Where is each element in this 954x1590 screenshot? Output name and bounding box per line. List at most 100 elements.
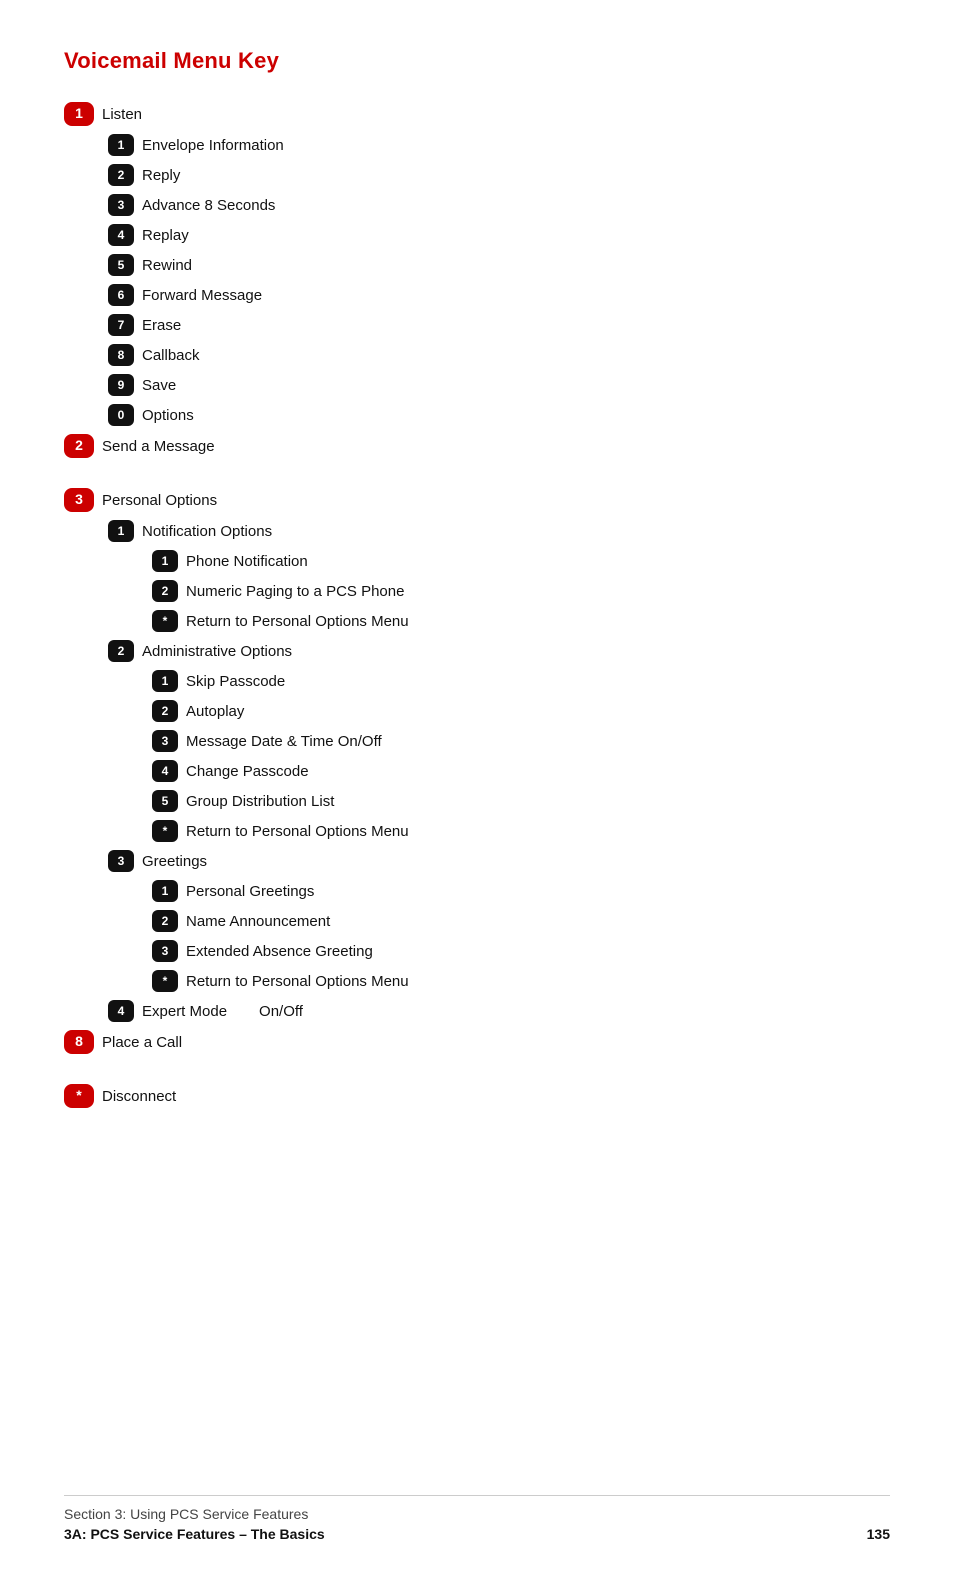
menu-item-label: Skip Passcode [186, 671, 285, 692]
list-item: 1 Phone Notification [64, 550, 890, 572]
key-badge: 3 [152, 940, 178, 962]
list-item: 3 Personal Options [64, 488, 890, 512]
key-badge: 8 [108, 344, 134, 366]
key-badge: 1 [152, 550, 178, 572]
key-badge: 3 [108, 850, 134, 872]
key-badge: 2 [152, 910, 178, 932]
list-item: 2 Autoplay [64, 700, 890, 722]
menu-item-label: Autoplay [186, 701, 244, 722]
menu-item-label: Disconnect [102, 1086, 176, 1107]
list-item: 4 Expert Mode On/Off [64, 1000, 890, 1022]
menu-item-label: Name Announcement [186, 911, 330, 932]
key-badge: 6 [108, 284, 134, 306]
key-badge: 2 [152, 700, 178, 722]
voicemail-menu-list: 1 Listen 1 Envelope Information 2 Reply 3 Advan… [64, 102, 890, 1108]
list-item: 8 Place a Call [64, 1030, 890, 1054]
menu-item-label: Return to Personal Options Menu [186, 971, 409, 992]
key-badge: * [64, 1084, 94, 1108]
menu-item-label: Expert Mode [142, 1001, 227, 1022]
list-item: 1 Listen [64, 102, 890, 126]
list-item: 3 Message Date & Time On/Off [64, 730, 890, 752]
list-item: 4 Replay [64, 224, 890, 246]
list-item: 3 Advance 8 Seconds [64, 194, 890, 216]
key-badge: * [152, 820, 178, 842]
menu-item-label: Change Passcode [186, 761, 309, 782]
list-item: 9 Save [64, 374, 890, 396]
key-badge: * [152, 610, 178, 632]
spacer [64, 466, 890, 480]
list-item: 1 Personal Greetings [64, 880, 890, 902]
list-item: 7 Erase [64, 314, 890, 336]
menu-item-label: Save [142, 375, 176, 396]
menu-item-label: Send a Message [102, 436, 215, 457]
key-badge: 1 [64, 102, 94, 126]
key-badge: 4 [108, 1000, 134, 1022]
menu-item-label: Administrative Options [142, 641, 292, 662]
key-badge: 7 [108, 314, 134, 336]
key-badge: * [152, 970, 178, 992]
list-item: 2 Numeric Paging to a PCS Phone [64, 580, 890, 602]
key-badge: 1 [152, 670, 178, 692]
key-badge: 5 [152, 790, 178, 812]
list-item: 8 Callback [64, 344, 890, 366]
list-item: * Disconnect [64, 1084, 890, 1108]
key-badge: 4 [152, 760, 178, 782]
list-item: 0 Options [64, 404, 890, 426]
list-item: 2 Send a Message [64, 434, 890, 458]
menu-item-label: Forward Message [142, 285, 262, 306]
list-item: * Return to Personal Options Menu [64, 820, 890, 842]
menu-item-label: Listen [102, 104, 142, 125]
key-badge: 2 [108, 164, 134, 186]
footer-chapter: 3A: PCS Service Features – The Basics [64, 1526, 325, 1542]
key-badge: 1 [108, 520, 134, 542]
key-badge: 3 [108, 194, 134, 216]
menu-item-label: Advance 8 Seconds [142, 195, 275, 216]
footer-section-label: Section 3: Using PCS Service Features [64, 1506, 890, 1522]
list-item: 5Rewind [64, 254, 890, 276]
page-footer: Section 3: Using PCS Service Features 3A… [64, 1495, 890, 1542]
list-item: 2 Reply [64, 164, 890, 186]
list-item: 3 Extended Absence Greeting [64, 940, 890, 962]
menu-item-label: Reply [142, 165, 180, 186]
list-item: * Return to Personal Options Menu [64, 610, 890, 632]
menu-item-label: Erase [142, 315, 181, 336]
list-item: 4 Change Passcode [64, 760, 890, 782]
list-item: 1 Notification Options [64, 520, 890, 542]
menu-item-label: Options [142, 405, 194, 426]
menu-item-label: Replay [142, 225, 189, 246]
key-badge: 0 [108, 404, 134, 426]
on-off-label: On/Off [259, 1001, 303, 1022]
key-badge: 2 [64, 434, 94, 458]
menu-item-label: Numeric Paging to a PCS Phone [186, 581, 404, 602]
menu-item-label: Personal Options [102, 490, 217, 511]
key-badge: 1 [152, 880, 178, 902]
footer-page: 135 [867, 1526, 890, 1542]
key-badge: 3 [152, 730, 178, 752]
list-item: 1 Envelope Information [64, 134, 890, 156]
menu-item-label: Group Distribution List [186, 791, 334, 812]
menu-item-label: Message Date & Time On/Off [186, 731, 382, 752]
key-badge: 9 [108, 374, 134, 396]
list-item: 3 Greetings [64, 850, 890, 872]
menu-item-label: Phone Notification [186, 551, 308, 572]
key-badge: 8 [64, 1030, 94, 1054]
menu-item-label: Callback [142, 345, 200, 366]
list-item: 1 Skip Passcode [64, 670, 890, 692]
list-item: * Return to Personal Options Menu [64, 970, 890, 992]
menu-item-label: Notification Options [142, 521, 272, 542]
menu-item-label: Personal Greetings [186, 881, 314, 902]
menu-item-label: Greetings [142, 851, 207, 872]
spacer [64, 1062, 890, 1076]
menu-item-label: Return to Personal Options Menu [186, 821, 409, 842]
menu-item-label: Return to Personal Options Menu [186, 611, 409, 632]
menu-item-label: Place a Call [102, 1032, 182, 1053]
menu-item-label: Envelope Information [142, 135, 284, 156]
key-badge: 3 [64, 488, 94, 512]
key-badge: 4 [108, 224, 134, 246]
menu-item-label: Extended Absence Greeting [186, 941, 373, 962]
list-item: 2 Name Announcement [64, 910, 890, 932]
list-item: 6 Forward Message [64, 284, 890, 306]
page-title: Voicemail Menu Key [64, 48, 890, 74]
key-badge: 1 [108, 134, 134, 156]
key-badge: 2 [152, 580, 178, 602]
